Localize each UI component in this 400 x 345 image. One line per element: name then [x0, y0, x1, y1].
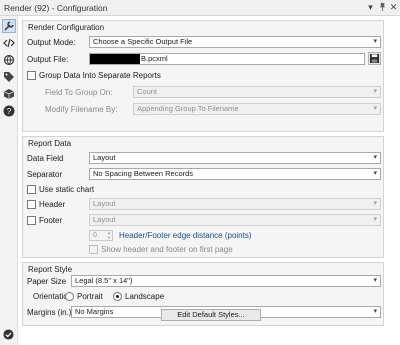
- edge-distance-label: Header/Footer edge distance (points): [119, 231, 252, 240]
- field-to-group-value: Count: [137, 87, 158, 96]
- configuration-panel: Render Configuration Output Mode: Choose…: [22, 18, 394, 343]
- report-data-title: Report Data: [28, 139, 72, 148]
- svg-text:?: ?: [7, 107, 12, 116]
- close-icon[interactable]: ✕: [388, 2, 399, 13]
- landscape-label: Landscape: [125, 292, 165, 301]
- edge-distance-stepper[interactable]: 0 ▲ ▼: [89, 230, 113, 241]
- edit-default-styles-button[interactable]: Edit Default Styles...: [161, 309, 261, 321]
- chevron-down-icon: ▾: [373, 170, 377, 177]
- group-data-label: Group Data Into Separate Reports: [39, 71, 161, 80]
- footer-label: Footer: [39, 216, 63, 225]
- render-configuration-group: Render Configuration Output Mode: Choose…: [22, 20, 384, 132]
- stepper-down-icon[interactable]: ▼: [107, 236, 111, 240]
- output-file-input[interactable]: B.pcxml: [89, 53, 365, 65]
- output-mode-select[interactable]: Choose a Specific Output File ▾: [89, 36, 381, 48]
- header-select[interactable]: Layout ▾: [89, 198, 381, 210]
- static-chart-checkbox[interactable]: [27, 185, 36, 194]
- modify-filename-label: Modify Filename By:: [45, 105, 118, 114]
- portrait-radio[interactable]: [65, 292, 74, 301]
- header-value: Layout: [93, 199, 116, 208]
- separator-select[interactable]: No Spacing Between Records ▾: [89, 168, 381, 180]
- chevron-down-icon: ▾: [373, 308, 377, 315]
- window-title: Render (92) - Configuration: [4, 3, 108, 13]
- modify-filename-select[interactable]: Appending Group To Filename ▾: [133, 103, 381, 115]
- chevron-down-icon: ▾: [373, 38, 377, 45]
- landscape-radio[interactable]: [113, 292, 122, 301]
- show-first-page-label: Show header and footer on first page: [101, 245, 233, 254]
- status-ok-icon: [3, 329, 14, 340]
- footer-select[interactable]: Layout ▾: [89, 214, 381, 226]
- render-configuration-title: Render Configuration: [28, 23, 105, 32]
- save-file-button[interactable]: [368, 52, 381, 65]
- code-icon[interactable]: [3, 37, 15, 49]
- report-data-group: Report Data Data Field Layout ▾ Separato…: [22, 136, 384, 258]
- chevron-down-icon: ▾: [373, 105, 377, 112]
- header-label: Header: [39, 200, 66, 209]
- chevron-down-icon: ▾: [373, 154, 377, 161]
- chevron-down-icon: ▾: [373, 88, 377, 95]
- portrait-label: Portrait: [77, 292, 103, 301]
- chevron-down-icon: ▾: [373, 200, 377, 207]
- window-menu-icon[interactable]: ▾: [365, 2, 376, 13]
- output-mode-value: Choose a Specific Output File: [93, 37, 193, 46]
- title-bar: Render (92) - Configuration ▾ ✕: [0, 0, 400, 16]
- paper-size-select[interactable]: Legal (8.5" x 14") ▾: [71, 275, 381, 287]
- field-to-group-select[interactable]: Count ▾: [133, 86, 381, 98]
- margins-value: No Margins: [75, 307, 114, 316]
- margins-label: Margins (in.): [27, 308, 72, 317]
- wrench-icon[interactable]: [2, 19, 16, 33]
- paper-size-value: Legal (8.5" x 14"): [75, 276, 133, 285]
- data-field-label: Data Field: [27, 154, 64, 163]
- edge-distance-value: 0: [93, 232, 97, 239]
- paper-size-label: Paper Size: [27, 277, 67, 286]
- data-field-select[interactable]: Layout ▾: [89, 152, 381, 164]
- chevron-down-icon: ▾: [373, 216, 377, 223]
- footer-value: Layout: [93, 215, 116, 224]
- output-file-label: Output File:: [27, 55, 69, 64]
- box-icon[interactable]: [3, 88, 15, 100]
- group-data-checkbox[interactable]: [27, 71, 36, 80]
- floppy-disk-icon: [369, 53, 380, 64]
- field-to-group-label: Field To Group On:: [45, 88, 113, 97]
- tag-icon[interactable]: [3, 71, 15, 83]
- globe-icon[interactable]: [3, 54, 15, 66]
- separator-value: No Spacing Between Records: [93, 169, 194, 178]
- chevron-down-icon: ▾: [373, 277, 377, 284]
- report-style-title: Report Style: [28, 265, 73, 274]
- footer-checkbox[interactable]: [27, 216, 36, 225]
- output-file-value: B.pcxml: [141, 54, 168, 63]
- static-chart-label: Use static chart: [39, 185, 95, 194]
- help-icon[interactable]: ?: [3, 105, 15, 117]
- header-checkbox[interactable]: [27, 200, 36, 209]
- modify-filename-value: Appending Group To Filename: [137, 104, 239, 113]
- sidebar: ?: [0, 16, 18, 345]
- pin-icon[interactable]: [377, 2, 388, 13]
- separator-label: Separator: [27, 170, 63, 179]
- output-mode-label: Output Mode:: [27, 38, 76, 47]
- data-field-value: Layout: [93, 153, 116, 162]
- redacted-path: [90, 54, 140, 64]
- show-first-page-checkbox[interactable]: [89, 245, 98, 254]
